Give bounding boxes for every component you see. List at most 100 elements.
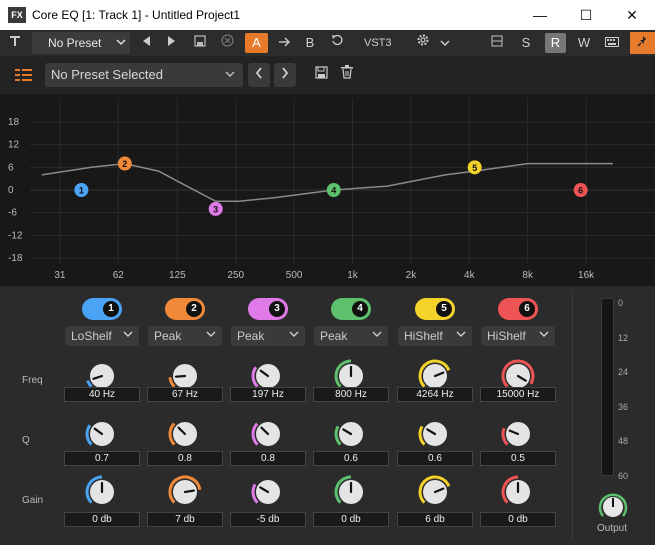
band-type-dropdown[interactable]: HiShelf (398, 326, 472, 346)
chevron-down-icon (225, 63, 235, 87)
gain-value-field[interactable]: 7 db (147, 512, 223, 527)
maximize-button[interactable]: ☐ (563, 0, 609, 30)
x-tick-label: 4k (464, 270, 476, 281)
output-label: Output (597, 523, 628, 534)
freq-value-field[interactable]: 800 Hz (313, 387, 389, 402)
gain-value-field[interactable]: 0 db (480, 512, 556, 527)
gain-row-label: Gain (22, 495, 44, 506)
gain-value-field[interactable]: 6 db (397, 512, 473, 527)
q-knob[interactable] (250, 416, 286, 452)
band-type-dropdown[interactable]: HiShelf (481, 326, 555, 346)
eq-curve-display[interactable]: 31 62 125 250 500 1k 2k 4k 8k 16k181260-6-12-1812… (0, 94, 655, 286)
title-bar: FX Core EQ [1: Track 1] - Untitled Proje… (0, 0, 655, 30)
gain-value-field[interactable]: 0 db (64, 512, 140, 527)
preset-dropdown[interactable]: No Preset (32, 32, 130, 54)
preset-select[interactable]: No Preset Selected (45, 63, 243, 87)
q-knob[interactable] (417, 416, 453, 452)
output-meter (601, 298, 614, 476)
q-value-field[interactable]: 0.6 (397, 451, 473, 466)
reset-icon[interactable] (326, 33, 348, 53)
gain-knob[interactable] (333, 474, 369, 510)
sidechain-s-button[interactable]: S (515, 33, 537, 53)
y-tick-label: 0 (8, 185, 14, 196)
save-preset-icon[interactable] (311, 65, 331, 85)
q-value-field[interactable]: 0.8 (147, 451, 223, 466)
q-knob[interactable] (167, 416, 203, 452)
band-type-dropdown[interactable]: Peak (148, 326, 222, 346)
band-type-label: LoShelf (71, 329, 112, 343)
q-knob[interactable] (84, 416, 120, 452)
gain-knob[interactable] (84, 474, 120, 510)
band-enable-toggle[interactable]: 5 (415, 298, 455, 320)
band-type-dropdown[interactable]: Peak (314, 326, 388, 346)
compare-a-button[interactable]: A (245, 33, 268, 53)
preset-bar: No Preset Selected (0, 56, 655, 94)
bypass-icon[interactable] (216, 33, 238, 53)
gain-value-field[interactable]: 0 db (313, 512, 389, 527)
window-title: Core EQ [1: Track 1] - Untitled Project1 (32, 8, 241, 22)
band-number: 5 (436, 301, 452, 317)
gain-value-field[interactable]: -5 db (230, 512, 306, 527)
compare-b-button[interactable]: B (299, 33, 321, 53)
settings-gear-icon[interactable] (412, 33, 434, 53)
gain-knob[interactable] (417, 474, 453, 510)
meter-scale-label: 0 (618, 298, 624, 308)
gain-knob[interactable] (250, 474, 286, 510)
band-type-dropdown[interactable]: LoShelf (65, 326, 139, 346)
freq-value-field[interactable]: 197 Hz (230, 387, 306, 402)
x-tick-label: 62 (113, 270, 125, 281)
automation-write-button[interactable]: W (573, 33, 595, 53)
collapse-icon[interactable] (4, 33, 26, 53)
band-enable-toggle[interactable]: 1 (82, 298, 122, 320)
x-tick-label: 1k (347, 270, 359, 281)
save-icon[interactable] (189, 33, 211, 53)
chevron-down-icon (206, 326, 216, 346)
preset-previous-button[interactable] (248, 63, 270, 87)
band-column-5: 5 HiShelf 4264 Hz 0.6 6 db (395, 296, 475, 536)
eq-graph[interactable]: 31 62 125 250 500 1k 2k 4k 8k 16k 18 12 6 0 -6 -12 -18 1 2… (0, 94, 655, 286)
band-type-dropdown[interactable]: Peak (231, 326, 305, 346)
x-tick-label: 16k (578, 270, 595, 281)
preset-menu-icon[interactable] (14, 67, 34, 83)
meter-scale-label: 24 (618, 367, 629, 377)
chevron-down-icon (289, 326, 299, 346)
q-knob[interactable] (333, 416, 369, 452)
minimize-button[interactable]: — (517, 0, 563, 30)
meter-scale-label: 12 (618, 332, 629, 343)
expand-window-icon[interactable] (486, 33, 508, 53)
x-tick-label: 2k (406, 270, 418, 281)
freq-value-field[interactable]: 4264 Hz (397, 387, 473, 402)
settings-chevron-down-icon[interactable] (434, 33, 456, 53)
q-knob[interactable] (500, 416, 536, 452)
q-value-field[interactable]: 0.6 (313, 451, 389, 466)
band-enable-toggle[interactable]: 6 (498, 298, 538, 320)
output-knob[interactable] (597, 491, 629, 523)
close-button[interactable]: ✕ (609, 0, 655, 30)
previous-preset-icon[interactable] (135, 33, 157, 53)
band-column-6: 6 HiShelf 15000 Hz 0.5 0 db (478, 296, 558, 536)
next-preset-icon[interactable] (161, 33, 183, 53)
q-value-field[interactable]: 0.8 (230, 451, 306, 466)
y-tick-label: -12 (8, 230, 23, 241)
freq-value-field[interactable]: 15000 Hz (480, 387, 556, 402)
meter-scale-label: 48 (618, 436, 629, 446)
band-enable-toggle[interactable]: 3 (248, 298, 288, 320)
pin-icon[interactable] (630, 32, 655, 54)
band-enable-toggle[interactable]: 2 (165, 298, 205, 320)
band-column-3: 3 Peak 197 Hz 0.8 -5 db (228, 296, 308, 536)
q-value-field[interactable]: 0.7 (64, 451, 140, 466)
keyboard-icon[interactable] (601, 33, 623, 53)
gain-knob[interactable] (500, 474, 536, 510)
gain-knob[interactable] (167, 474, 203, 510)
preset-next-button[interactable] (274, 63, 296, 87)
delete-preset-icon[interactable] (337, 65, 357, 85)
band-enable-toggle[interactable]: 4 (331, 298, 371, 320)
band-type-label: Peak (320, 329, 348, 343)
freq-value-field[interactable]: 67 Hz (147, 387, 223, 402)
automation-read-button[interactable]: R (545, 33, 566, 53)
freq-value-field[interactable]: 40 Hz (64, 387, 140, 402)
q-value-field[interactable]: 0.5 (480, 451, 556, 466)
copy-a-to-b-icon[interactable] (273, 33, 295, 53)
band-node-label: 5 (472, 163, 477, 173)
plugin-toolbar: No Preset A B VST3 S R W (0, 30, 655, 56)
